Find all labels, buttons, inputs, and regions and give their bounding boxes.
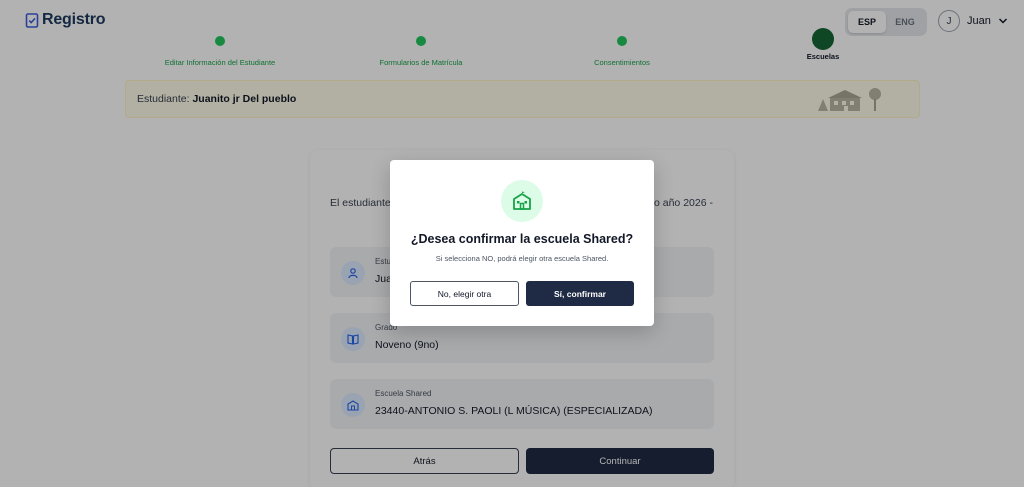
modal-subtitle: Si selecciona NO, podrá elegir otra escu… [435,254,609,263]
confirm-button[interactable]: Sí, confirmar [526,281,634,306]
modal-title: ¿Desea confirmar la escuela Shared? [410,232,634,246]
school-icon [501,180,543,222]
confirm-school-modal: ¿Desea confirmar la escuela Shared? Si s… [390,160,654,326]
choose-other-button[interactable]: No, elegir otra [410,281,519,306]
